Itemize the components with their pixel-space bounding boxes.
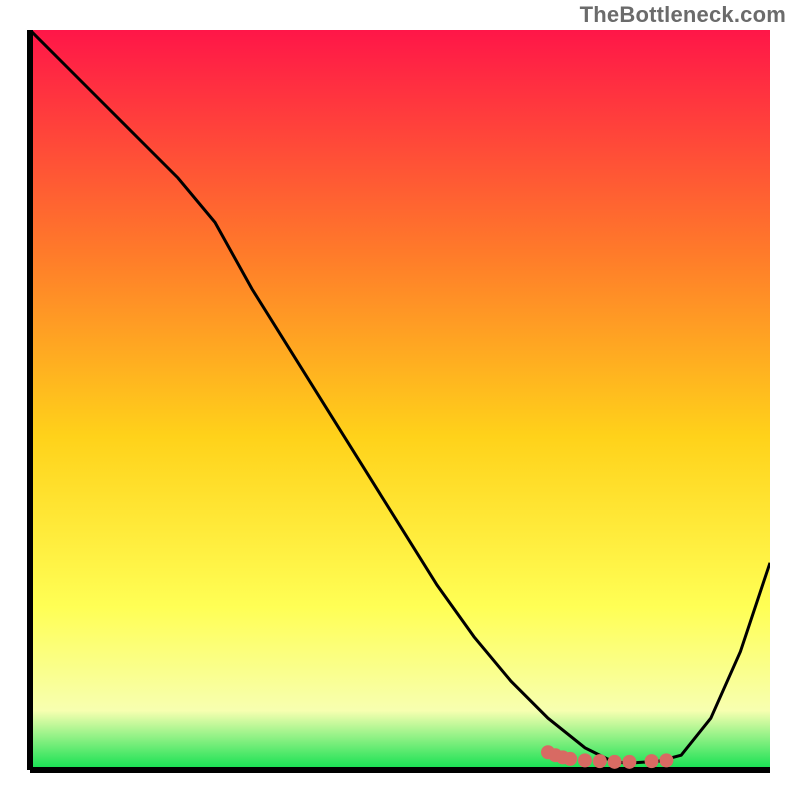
optimal-marker-dot	[659, 753, 673, 767]
optimal-marker-dot	[593, 754, 607, 768]
chart-svg	[0, 0, 800, 800]
optimal-marker-dot	[563, 752, 577, 766]
optimal-marker-dot	[608, 755, 622, 769]
optimal-marker-dot	[622, 755, 636, 769]
chart-container: { "watermark": "TheBottleneck.com", "col…	[0, 0, 800, 800]
optimal-marker-dot	[645, 754, 659, 768]
optimal-marker-dot	[578, 753, 592, 767]
